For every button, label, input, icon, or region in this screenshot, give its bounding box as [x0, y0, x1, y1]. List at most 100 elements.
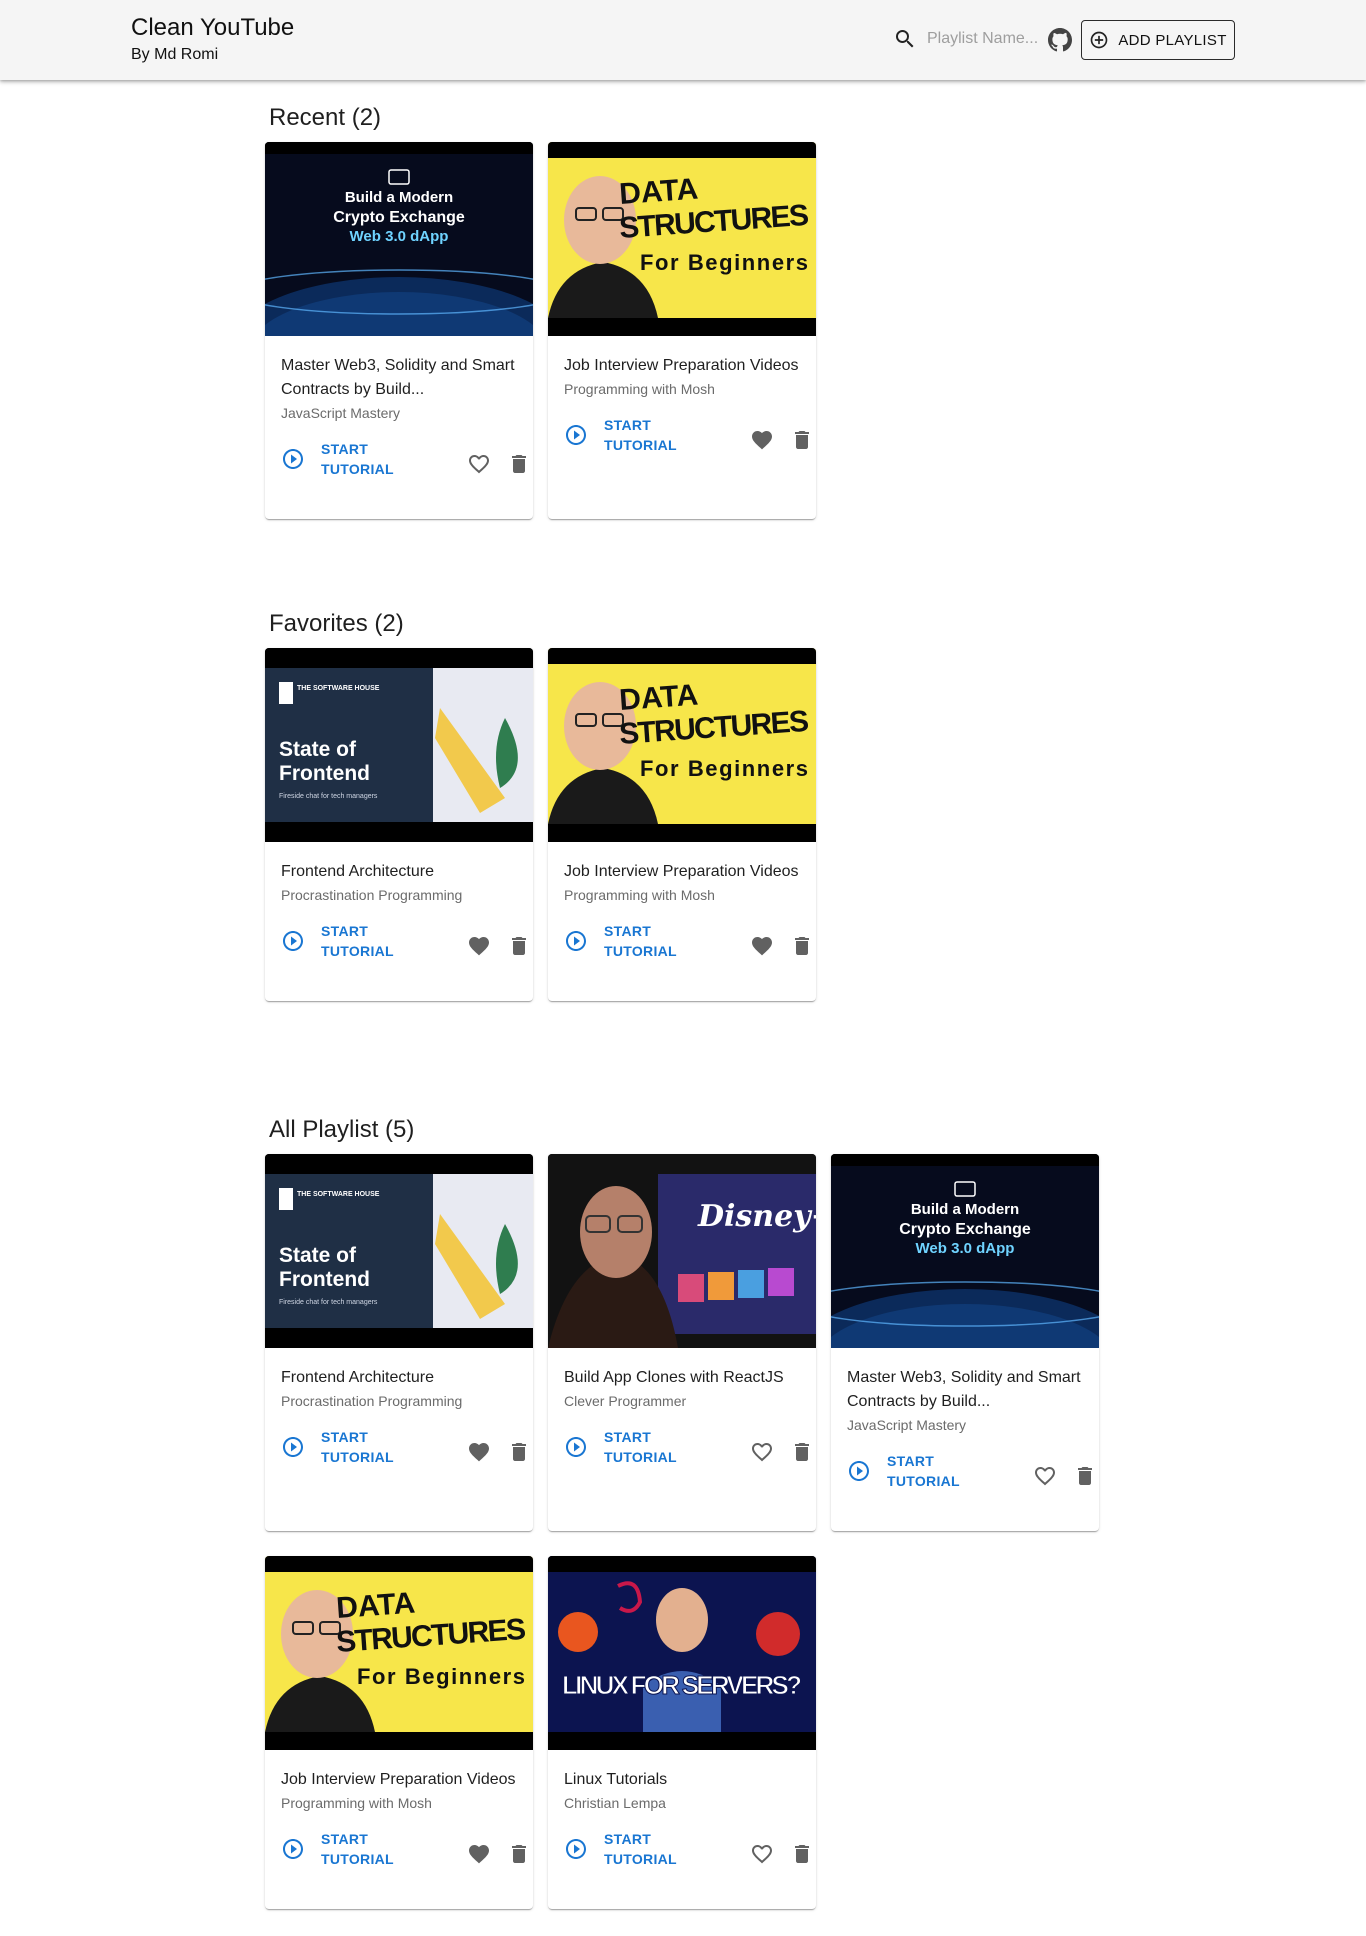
playlist-thumbnail[interactable]: DATA STRUCTURES For Beginners [265, 1556, 533, 1750]
play-circle-icon [564, 929, 588, 953]
playlist-search-input[interactable] [927, 30, 1039, 48]
card-actions: START TUTORIAL [564, 415, 809, 465]
start-tutorial-button[interactable]: START TUTORIAL [281, 921, 401, 961]
add-circle-icon [1089, 30, 1109, 50]
playlist-card: DATA STRUCTURES For Beginners Job Interv… [548, 142, 816, 519]
playlist-title: Frontend Architecture [281, 863, 434, 880]
app-bar: Clean YouTube By Md Romi ADD PLAYLIST [0, 0, 1366, 80]
section-favorites: Favorites (2) THE SOFTWARE HOUSE State o… [265, 608, 1105, 1001]
thumbnail-text: Web 3.0 dApp [350, 228, 449, 245]
thumbnail-text: Build a Modern [911, 1201, 1019, 1218]
add-playlist-button[interactable]: ADD PLAYLIST [1081, 20, 1235, 60]
channel-name: Procrastination Programming [281, 887, 463, 903]
card-content: Frontend Architecture Procrastination Pr… [265, 842, 533, 971]
start-tutorial-label: START TUTORIAL [321, 1831, 394, 1867]
card-actions: START TUTORIAL [281, 439, 526, 489]
card-content: Master Web3, Solidity and Smart Contract… [831, 1348, 1099, 1501]
play-circle-icon [281, 1837, 305, 1861]
start-tutorial-button[interactable]: START TUTORIAL [564, 415, 684, 455]
play-circle-icon [847, 1459, 871, 1483]
favorite-filled-icon[interactable] [467, 934, 491, 958]
channel-name: JavaScript Mastery [847, 1417, 967, 1433]
start-tutorial-label: START TUTORIAL [604, 1831, 677, 1867]
thumbnail-text: Crypto Exchange [899, 1221, 1031, 1238]
playlist-card: Disney+ Build App Clones with ReactJS Cl… [548, 1154, 816, 1531]
start-tutorial-label: START TUTORIAL [321, 923, 394, 959]
delete-icon[interactable] [507, 1440, 531, 1464]
thumbnail-text: Disney+ [697, 1199, 816, 1234]
playlist-thumbnail[interactable]: THE SOFTWARE HOUSE State of Frontend Fir… [265, 1154, 533, 1348]
thumbnail-text: Fireside chat for tech managers [279, 793, 378, 800]
start-tutorial-button[interactable]: START TUTORIAL [564, 921, 684, 961]
thumbnail-text: Build a Modern [345, 189, 453, 206]
play-circle-icon [564, 1837, 588, 1861]
playlist-title: Master Web3, Solidity and Smart Contract… [281, 357, 515, 398]
card-actions: START TUTORIAL [281, 1829, 526, 1879]
favorite-outline-icon[interactable] [1033, 1464, 1057, 1488]
playlist-title: Frontend Architecture [281, 1369, 434, 1386]
play-circle-icon [281, 1435, 305, 1459]
playlist-card: LINUX FOR SERVERS? Linux Tutorials Chris… [548, 1556, 816, 1909]
playlist-card: Build a Modern Crypto Exchange Web 3.0 d… [265, 142, 533, 519]
favorite-filled-icon[interactable] [750, 934, 774, 958]
channel-name: Programming with Mosh [564, 887, 715, 903]
playlist-thumbnail[interactable]: DATA STRUCTURES For Beginners [548, 648, 816, 842]
playlist-thumbnail[interactable]: THE SOFTWARE HOUSE State of Frontend Fir… [265, 648, 533, 842]
play-circle-icon [564, 1435, 588, 1459]
card-content: Job Interview Preparation Videos Program… [548, 336, 816, 465]
favorite-outline-icon[interactable] [750, 1842, 774, 1866]
playlist-title: Job Interview Preparation Videos [281, 1771, 516, 1788]
delete-icon[interactable] [790, 1842, 814, 1866]
start-tutorial-button[interactable]: START TUTORIAL [281, 1427, 401, 1467]
playlist-title: Job Interview Preparation Videos [564, 357, 799, 374]
thumbnail-text: State of [279, 1244, 357, 1267]
playlist-thumbnail[interactable]: LINUX FOR SERVERS? [548, 1556, 816, 1750]
start-tutorial-button[interactable]: START TUTORIAL [564, 1427, 684, 1467]
card-actions: START TUTORIAL [564, 1829, 809, 1879]
start-tutorial-button[interactable]: START TUTORIAL [564, 1829, 684, 1869]
start-tutorial-button[interactable]: START TUTORIAL [847, 1451, 967, 1491]
delete-icon[interactable] [507, 1842, 531, 1866]
playlist-thumbnail[interactable]: Build a Modern Crypto Exchange Web 3.0 d… [831, 1154, 1099, 1348]
thumbnail-text: For Beginners [357, 1664, 525, 1689]
thumbnail-text: DATA [618, 679, 699, 717]
card-actions: START TUTORIAL [564, 1427, 809, 1477]
play-circle-icon [281, 447, 305, 471]
card-content: Master Web3, Solidity and Smart Contract… [265, 336, 533, 489]
github-icon[interactable] [1048, 28, 1072, 52]
playlist-card: DATA STRUCTURES For Beginners Job Interv… [265, 1556, 533, 1909]
channel-name: Clever Programmer [564, 1393, 687, 1409]
playlist-thumbnail[interactable]: Build a Modern Crypto Exchange Web 3.0 d… [265, 142, 533, 336]
section-title: All Playlist (5) [269, 1116, 415, 1143]
delete-icon[interactable] [790, 1440, 814, 1464]
start-tutorial-button[interactable]: START TUTORIAL [281, 439, 401, 479]
thumbnail-text: DATA [618, 173, 699, 211]
favorite-filled-icon[interactable] [750, 428, 774, 452]
card-content: Frontend Architecture Procrastination Pr… [265, 1348, 533, 1477]
play-circle-icon [564, 423, 588, 447]
delete-icon[interactable] [790, 428, 814, 452]
favorite-outline-icon[interactable] [750, 1440, 774, 1464]
playlist-title: Master Web3, Solidity and Smart Contract… [847, 1369, 1081, 1410]
playlist-title: Job Interview Preparation Videos [564, 863, 799, 880]
delete-icon[interactable] [507, 452, 531, 476]
playlist-thumbnail[interactable]: Disney+ [548, 1154, 816, 1348]
favorite-filled-icon[interactable] [467, 1440, 491, 1464]
delete-icon[interactable] [1073, 1464, 1097, 1488]
playlist-thumbnail[interactable]: DATA STRUCTURES For Beginners [548, 142, 816, 336]
card-content: Linux Tutorials Christian Lempa START TU… [548, 1750, 816, 1879]
favorite-filled-icon[interactable] [467, 1842, 491, 1866]
brand: Clean YouTube By Md Romi [131, 13, 294, 66]
channel-name: Procrastination Programming [281, 1393, 463, 1409]
thumbnail-text: Fireside chat for tech managers [279, 1299, 378, 1306]
start-tutorial-label: START TUTORIAL [321, 1429, 394, 1465]
start-tutorial-button[interactable]: START TUTORIAL [281, 1829, 401, 1869]
delete-icon[interactable] [790, 934, 814, 958]
thumbnail-text: Frontend [279, 762, 370, 785]
channel-name: JavaScript Mastery [281, 405, 401, 421]
section-recent: Recent (2) Build a Modern Crypto Exchang… [265, 102, 1105, 519]
start-tutorial-label: START TUTORIAL [604, 923, 677, 959]
delete-icon[interactable] [507, 934, 531, 958]
favorite-outline-icon[interactable] [467, 452, 491, 476]
section-title: Favorites (2) [269, 610, 404, 637]
